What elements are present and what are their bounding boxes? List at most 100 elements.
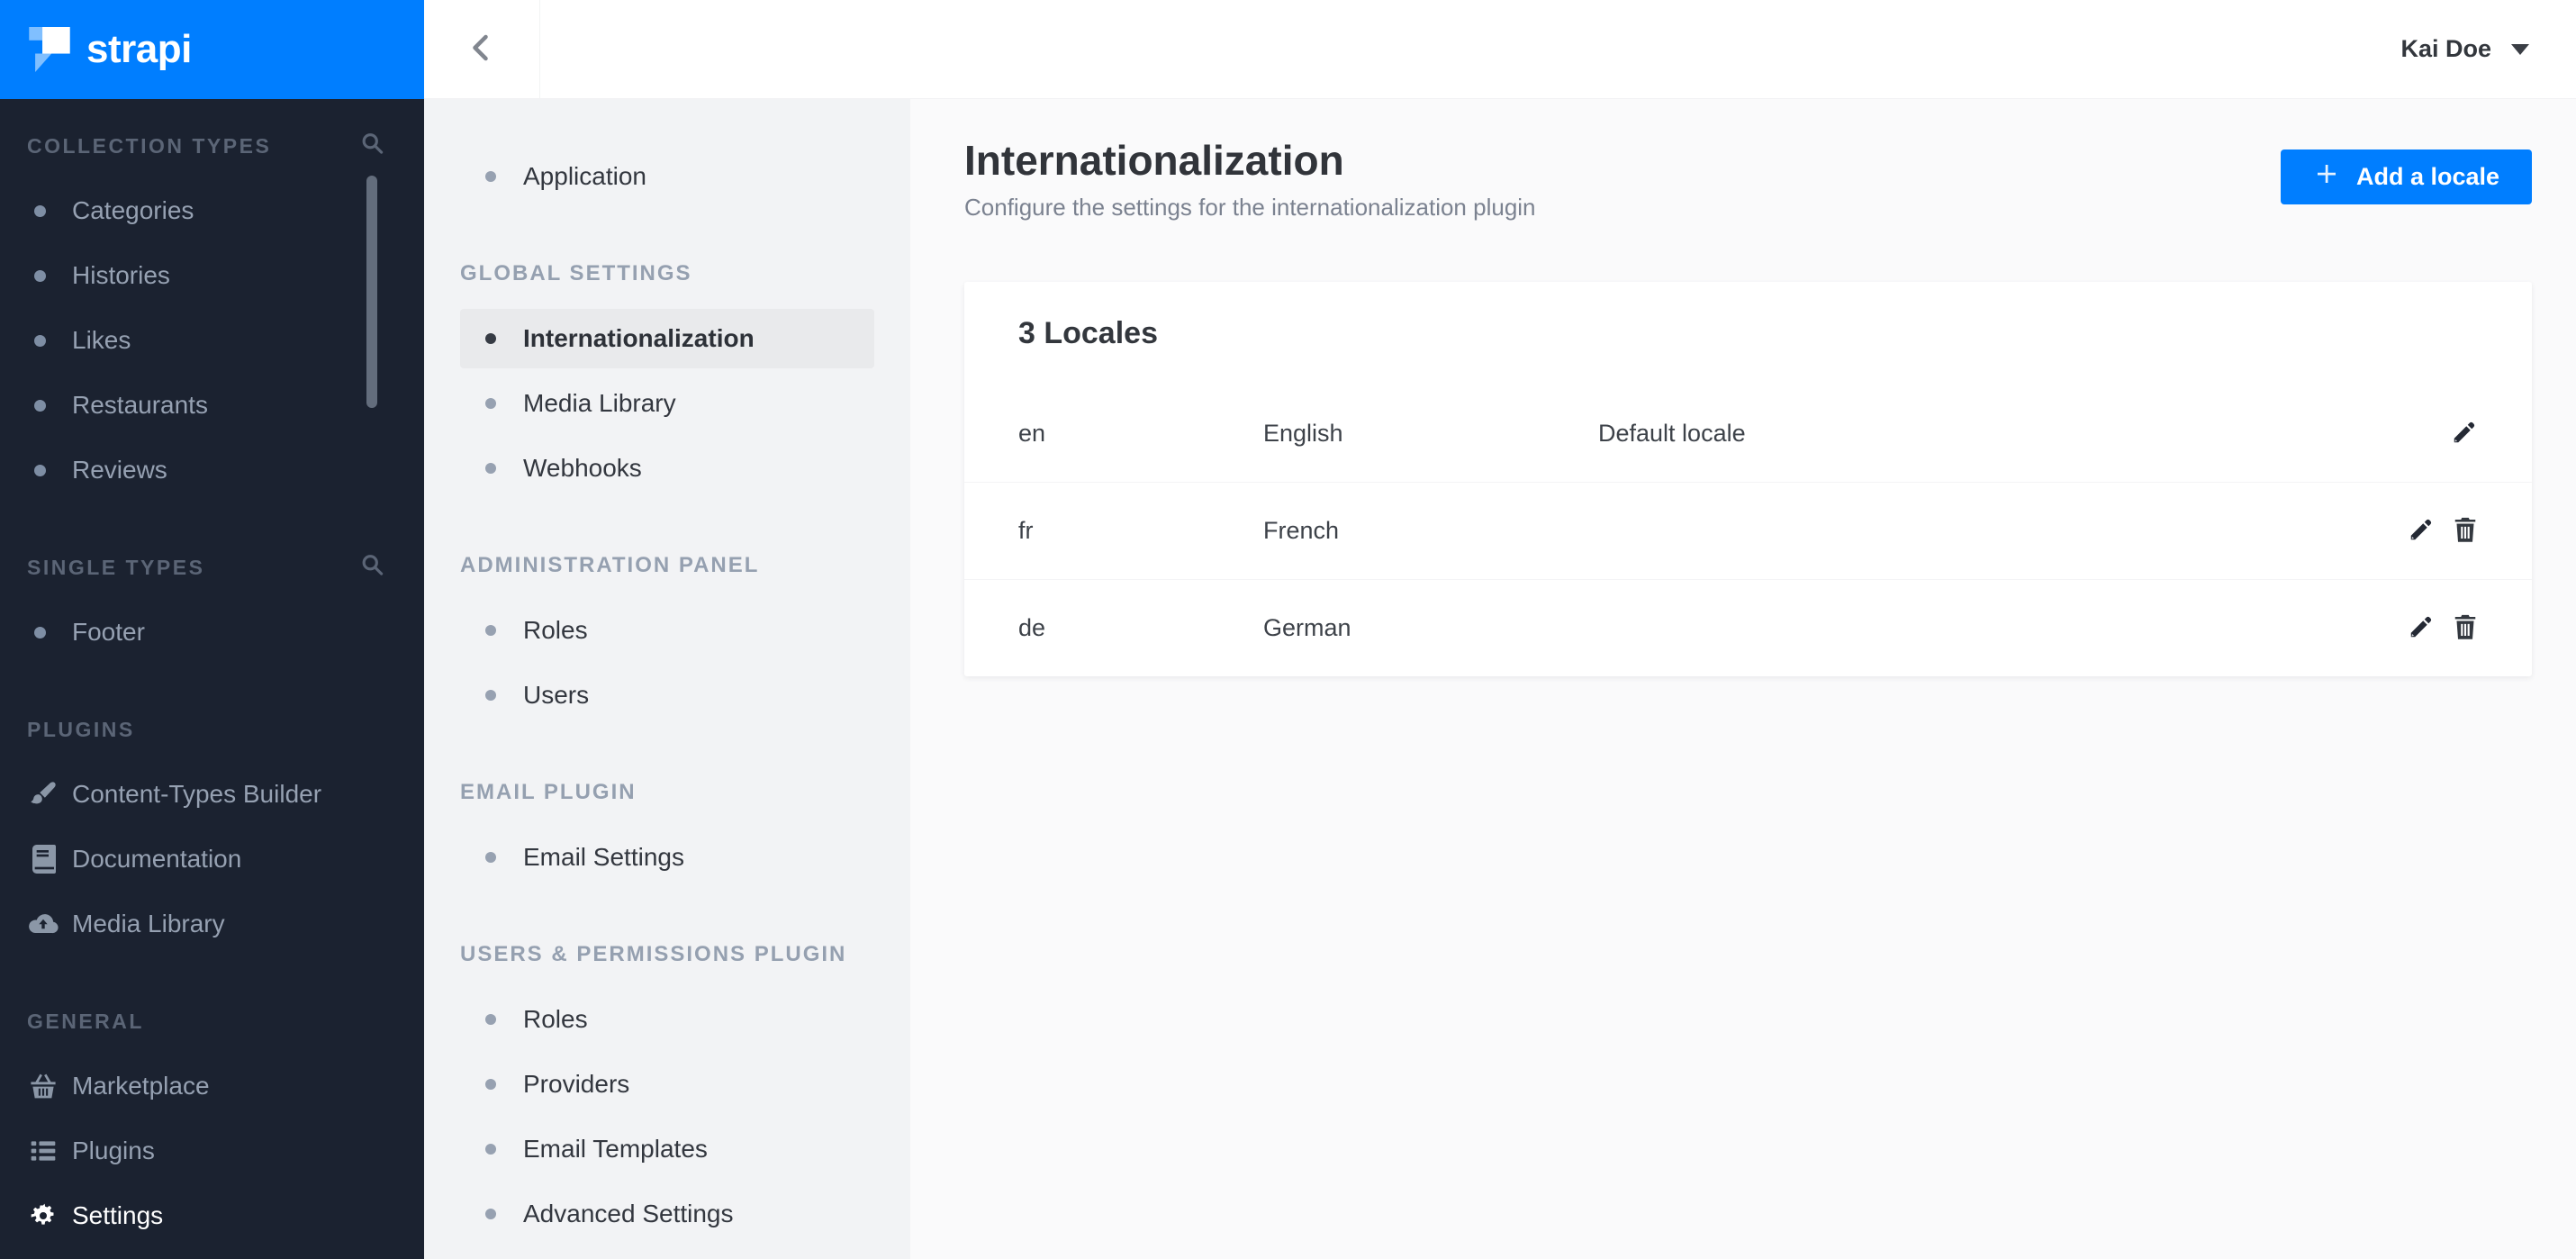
- sidebar-item-label: Likes: [72, 326, 131, 354]
- settings-section-header: EMAIL PLUGIN: [460, 780, 637, 804]
- settings-section-header: GLOBAL SETTINGS: [460, 261, 692, 285]
- bullet-dot: [34, 204, 46, 217]
- back-button[interactable]: [424, 0, 540, 98]
- settings-nav-item-email-settings[interactable]: Email Settings: [460, 825, 874, 890]
- user-menu[interactable]: Kai Doe: [2400, 35, 2576, 63]
- page-subtitle: Configure the settings for the internati…: [964, 194, 1536, 221]
- sidebar-item-label: Content-Types Builder: [72, 780, 322, 808]
- section-label: PLUGINS: [27, 717, 135, 741]
- search-icon[interactable]: [360, 131, 384, 161]
- sidebar-item-restaurants[interactable]: Restaurants: [0, 373, 424, 438]
- settings-nav-item-up-roles[interactable]: Roles: [460, 987, 874, 1052]
- section-label: COLLECTION TYPES: [27, 133, 272, 158]
- row-actions: [2408, 613, 2478, 643]
- bullet-dot: [34, 626, 46, 639]
- sidebar-item-reviews[interactable]: Reviews: [0, 438, 424, 503]
- sidebar-item-plugins[interactable]: Plugins: [0, 1119, 424, 1183]
- sidebar-item-label: Reviews: [72, 456, 167, 484]
- page-title: Internationalization: [964, 137, 1344, 184]
- section-general-header: GENERAL: [0, 989, 424, 1054]
- locale-default-label: Default locale: [1598, 419, 1746, 447]
- section-collection-types-header: COLLECTION TYPES: [0, 113, 424, 178]
- settings-nav-label: Email Templates: [523, 1135, 708, 1163]
- main-sidebar-nav: COLLECTION TYPES Categories Histories Li…: [0, 99, 424, 1248]
- bullet-dot: [485, 625, 496, 636]
- list-icon: [27, 1137, 59, 1165]
- app-root: strapi COLLECTION TYPES Categories Histo…: [0, 0, 2576, 1259]
- strapi-logo[interactable]: strapi: [0, 0, 424, 99]
- bullet-dot: [485, 171, 496, 182]
- sidebar-item-label: Histories: [72, 261, 170, 289]
- bullet-dot: [485, 1014, 496, 1025]
- bullet-dot: [485, 852, 496, 863]
- locales-heading: 3 Locales: [1018, 316, 1158, 350]
- delete-locale-button[interactable]: [2453, 516, 2478, 546]
- edit-locale-button[interactable]: [2451, 419, 2478, 448]
- settings-nav: Application GLOBAL SETTINGS Internationa…: [424, 99, 910, 1259]
- settings-section-header: ADMINISTRATION PANEL: [460, 553, 760, 577]
- settings-nav-item-email-templates[interactable]: Email Templates: [460, 1117, 874, 1182]
- bullet-dot: [485, 1079, 496, 1090]
- settings-nav-item-roles[interactable]: Roles: [460, 598, 874, 663]
- locale-name: English: [1263, 419, 1343, 447]
- sidebar-item-settings[interactable]: Settings: [0, 1183, 424, 1248]
- bullet-dot: [34, 334, 46, 347]
- brush-icon: [27, 780, 59, 809]
- sidebar-item-label: Footer: [72, 618, 145, 646]
- content-row: Application GLOBAL SETTINGS Internationa…: [424, 99, 2576, 1259]
- sidebar-item-label: Marketplace: [72, 1072, 210, 1100]
- locale-row-de: de German: [964, 579, 2532, 676]
- sidebar-item-documentation[interactable]: Documentation: [0, 827, 424, 892]
- pencil-icon: [2408, 516, 2435, 546]
- settings-section-global: GLOBAL SETTINGS Internationalization Med…: [460, 241, 874, 501]
- delete-locale-button[interactable]: [2453, 613, 2478, 643]
- section-single-types-header: SINGLE TYPES: [0, 535, 424, 600]
- bullet-dot: [34, 269, 46, 282]
- bullet-dot: [485, 1144, 496, 1155]
- caret-down-icon: [2511, 43, 2529, 55]
- main-sidebar: strapi COLLECTION TYPES Categories Histo…: [0, 0, 424, 1259]
- edit-locale-button[interactable]: [2408, 516, 2435, 546]
- settings-nav-label: Internationalization: [523, 324, 755, 352]
- settings-nav-item-advanced-settings[interactable]: Advanced Settings: [460, 1182, 874, 1246]
- sidebar-scrollbar-thumb[interactable]: [366, 176, 377, 408]
- sidebar-item-label: Restaurants: [72, 391, 208, 419]
- strapi-logo-icon: [29, 27, 70, 72]
- sidebar-item-footer[interactable]: Footer: [0, 600, 424, 665]
- settings-nav-label: Webhooks: [523, 454, 642, 482]
- sidebar-item-content-types-builder[interactable]: Content-Types Builder: [0, 762, 424, 827]
- bullet-dot: [34, 464, 46, 476]
- settings-nav-label: Roles: [523, 1005, 588, 1033]
- sidebar-item-categories[interactable]: Categories: [0, 178, 424, 243]
- right-area: Kai Doe Application GLOBAL SETTINGS Inte…: [424, 0, 2576, 1259]
- settings-nav-item-providers[interactable]: Providers: [460, 1052, 874, 1117]
- settings-nav-item-webhooks[interactable]: Webhooks: [460, 436, 874, 501]
- sidebar-item-label: Settings: [72, 1201, 164, 1229]
- sidebar-item-histories[interactable]: Histories: [0, 243, 424, 308]
- sidebar-item-media-library[interactable]: Media Library: [0, 892, 424, 956]
- settings-nav-item-internationalization[interactable]: Internationalization: [460, 309, 874, 368]
- section-label: SINGLE TYPES: [27, 555, 205, 579]
- edit-locale-button[interactable]: [2408, 613, 2435, 643]
- settings-section-header: USERS & PERMISSIONS PLUGIN: [460, 942, 847, 966]
- section-collection-types: COLLECTION TYPES Categories Histories Li…: [0, 113, 424, 503]
- gear-icon: [27, 1201, 59, 1230]
- add-locale-button[interactable]: Add a locale: [2280, 149, 2532, 204]
- sidebar-item-marketplace[interactable]: Marketplace: [0, 1054, 424, 1119]
- bullet-dot: [485, 398, 496, 409]
- sidebar-item-label: Plugins: [72, 1137, 155, 1164]
- settings-nav-item-application[interactable]: Application: [460, 144, 874, 209]
- settings-nav-item-users[interactable]: Users: [460, 663, 874, 728]
- section-general: GENERAL Marketplace Plugins Settings: [0, 989, 424, 1248]
- settings-section-email-plugin: EMAIL PLUGIN Email Settings: [460, 760, 874, 890]
- locale-code: en: [1018, 419, 1046, 447]
- settings-nav-label: Providers: [523, 1070, 630, 1098]
- search-icon[interactable]: [360, 553, 384, 583]
- locale-name: French: [1263, 517, 1340, 544]
- sidebar-item-likes[interactable]: Likes: [0, 308, 424, 373]
- settings-nav-item-media-library[interactable]: Media Library: [460, 371, 874, 436]
- page-header: Internationalization Configure the setti…: [964, 135, 2532, 225]
- row-actions: [2408, 516, 2478, 546]
- trash-icon: [2453, 516, 2478, 546]
- bullet-dot: [485, 1209, 496, 1219]
